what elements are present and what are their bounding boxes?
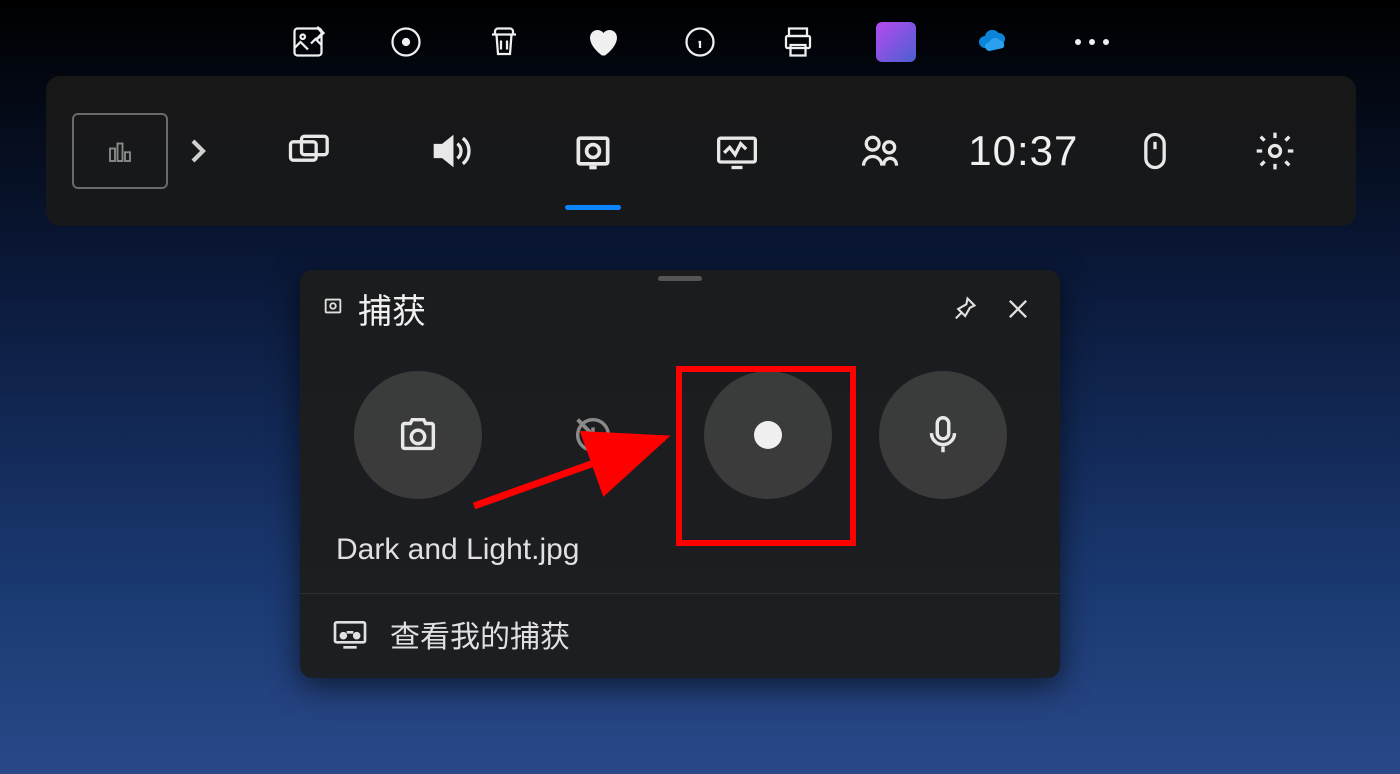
more-button[interactable] [1072,22,1112,62]
info-button[interactable] [680,22,720,62]
disc-button[interactable] [386,22,426,62]
drag-handle[interactable] [658,276,702,281]
close-button[interactable] [998,289,1038,329]
game-bar: 10:37 [46,76,1356,226]
expand-chevron-icon[interactable] [178,131,218,171]
pin-button[interactable] [944,289,984,329]
settings-button[interactable] [1220,76,1330,226]
capture-widget-header: 捕获 [300,270,1060,347]
capture-button[interactable] [527,76,660,226]
capture-widget-body [300,347,1060,513]
view-captures-button[interactable]: 查看我的捕获 [300,593,1060,678]
widgets-button[interactable] [240,76,373,226]
record-last-button [529,371,657,499]
app-thumbnail[interactable] [72,113,168,189]
start-recording-button[interactable] [704,371,832,499]
delete-button[interactable] [484,22,524,62]
view-captures-label: 查看我的捕获 [390,612,570,656]
clock: 10:37 [957,127,1090,175]
capture-widget-title: 捕获 [358,284,930,333]
mouse-button[interactable] [1100,76,1210,226]
screenshot-button[interactable] [354,371,482,499]
photos-app-tile[interactable] [876,22,916,62]
microphone-toggle-button[interactable] [879,371,1007,499]
edit-image-button[interactable] [288,22,328,62]
capture-icon [322,295,344,322]
xbox-social-button[interactable] [813,76,946,226]
performance-button[interactable] [670,76,803,226]
record-dot-icon [754,421,782,449]
favorite-button[interactable] [582,22,622,62]
audio-button[interactable] [383,76,516,226]
print-button[interactable] [778,22,818,62]
app-top-toolbar [0,0,1400,74]
onedrive-app-tile[interactable] [974,22,1014,62]
capture-filename: Dark and Light.jpg [300,513,1060,593]
capture-widget: 捕获 Dark and Light.jpg 查看我的捕获 [300,270,1060,678]
